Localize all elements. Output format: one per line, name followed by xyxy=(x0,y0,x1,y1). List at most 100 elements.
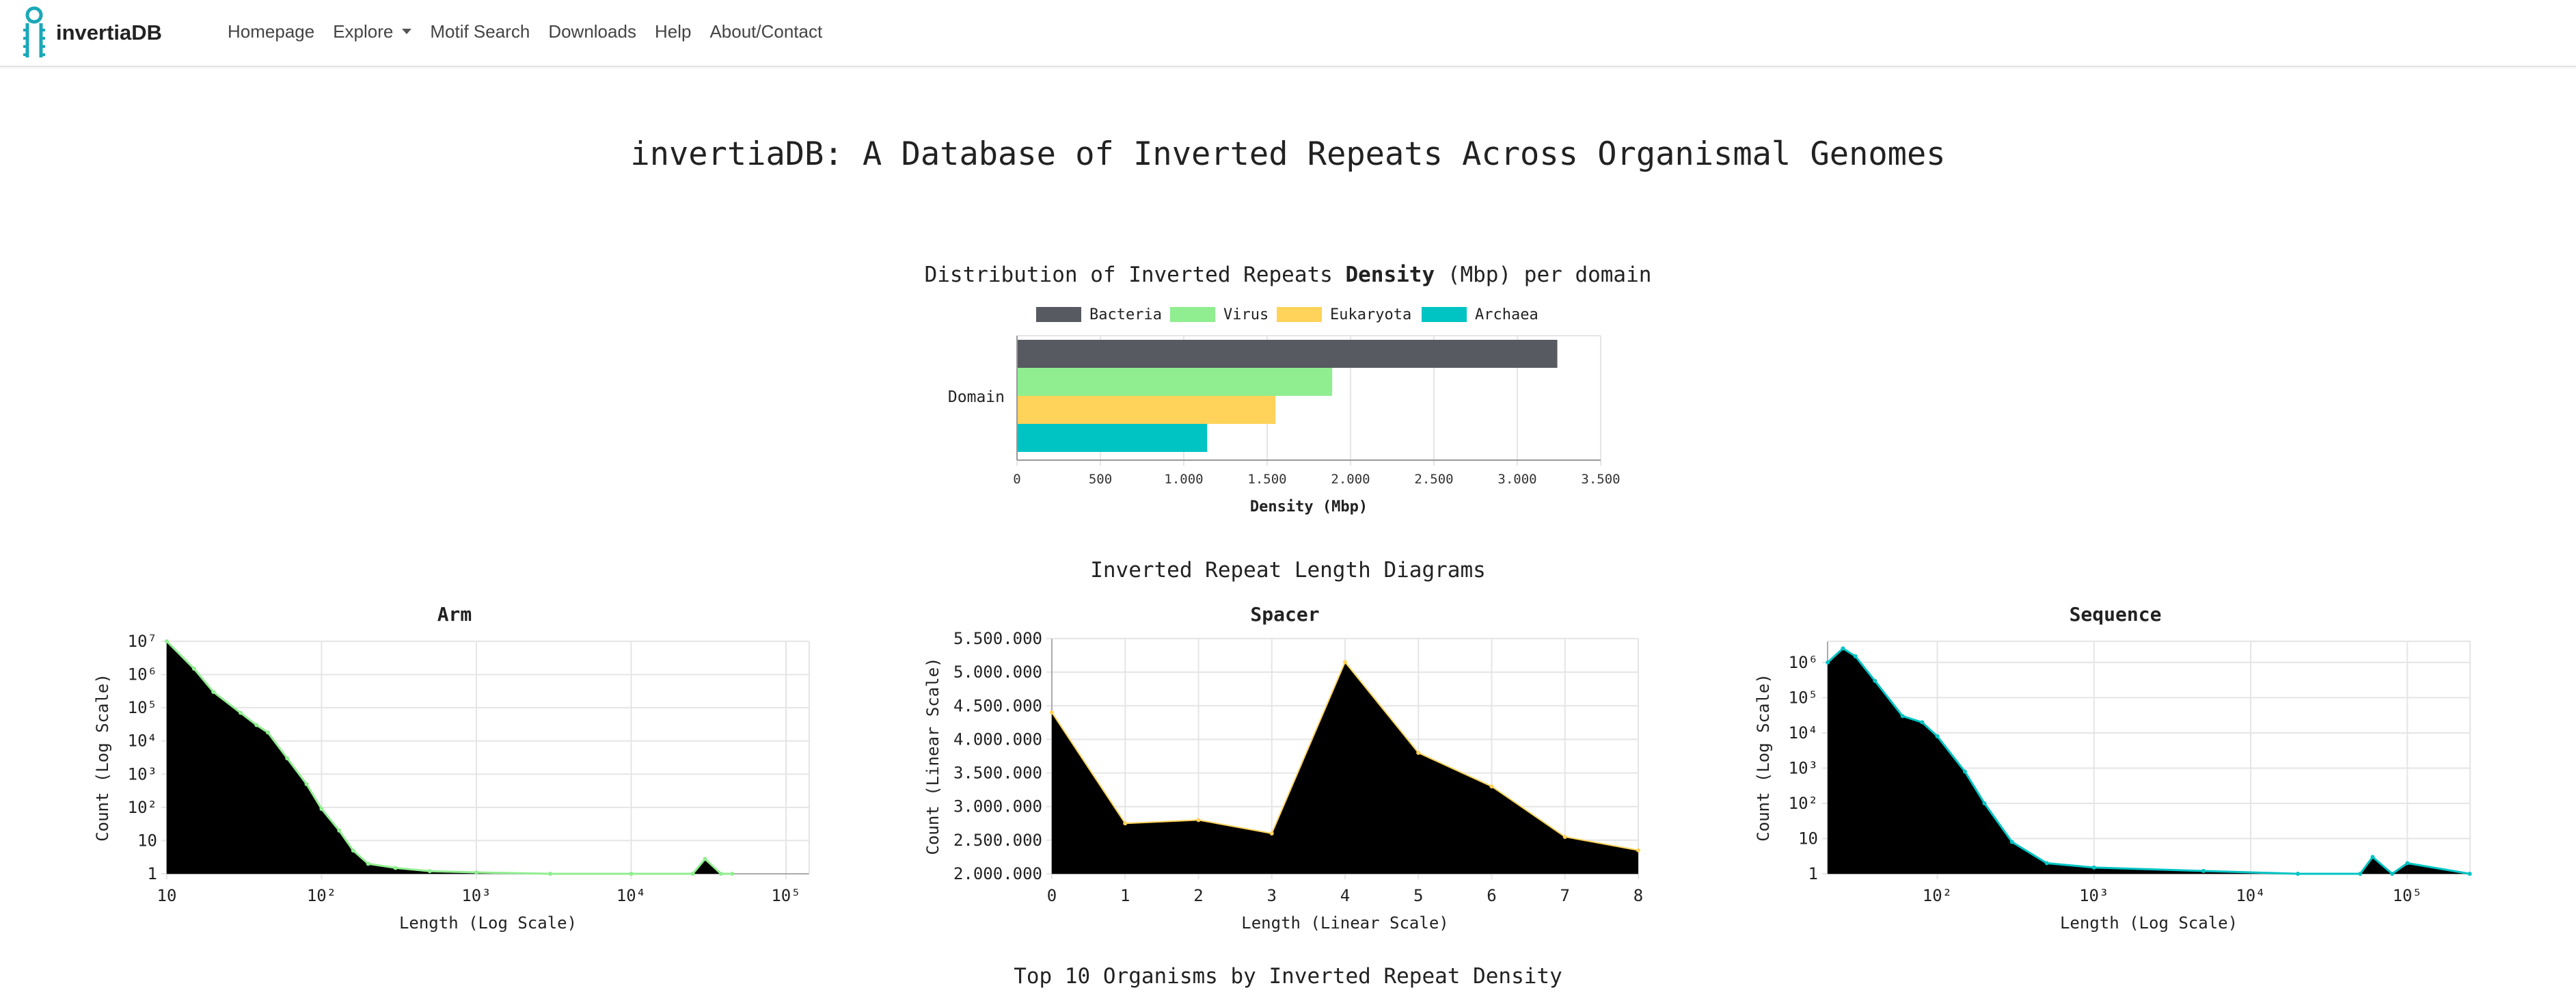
data-point xyxy=(1935,734,1940,738)
nav-link-about-contact[interactable]: About/Contact xyxy=(709,21,822,42)
x-tick-label: 10⁵ xyxy=(2393,886,2422,905)
x-tick-label: 10⁴ xyxy=(2236,886,2265,905)
data-point xyxy=(1900,714,1905,719)
data-point xyxy=(703,857,707,861)
data-point xyxy=(319,807,324,812)
top-organisms-title: Top 10 Organisms by Inverted Repeat Dens… xyxy=(1014,964,1562,989)
x-tick-label: 10⁵ xyxy=(771,886,800,905)
brand[interactable]: invertiaDB xyxy=(19,5,162,60)
navbar: invertiaDB Homepage Explore Motif Search… xyxy=(0,0,2576,67)
data-point xyxy=(629,872,634,876)
nav-links: Homepage Explore Motif Search Downloads … xyxy=(228,0,841,63)
x-tick-label: 6 xyxy=(1487,886,1496,905)
x-tick-label: 10 xyxy=(157,886,177,905)
y-tick-label: 4.000.000 xyxy=(953,730,1042,749)
caret-down-icon xyxy=(402,29,412,34)
density-bar-chart: Bacteria Virus Eukaryota Archaea 0 500 1.000 1.… xyxy=(948,306,1621,516)
y-tick-label: 5.000.000 xyxy=(953,663,1042,682)
data-point xyxy=(1982,801,1987,805)
data-point xyxy=(2370,855,2375,859)
data-point xyxy=(191,667,196,671)
legend-label-archaea: Archaea xyxy=(1475,306,1538,323)
data-point xyxy=(2009,840,2014,844)
nav-link-downloads[interactable]: Downloads xyxy=(548,21,636,42)
legend-swatch-bacteria xyxy=(1036,307,1081,322)
legend-label-virus: Virus xyxy=(1223,306,1269,323)
series-area xyxy=(167,641,733,874)
arm-length-chart: Arm11010²10³10⁴10⁵10⁶10⁷10 10² 10³ 10⁴ 10⁵Le… xyxy=(93,603,810,933)
bar-eukaryota xyxy=(1018,396,1276,424)
data-point xyxy=(474,870,479,874)
x-tick-label: 0 xyxy=(1013,472,1020,487)
data-point xyxy=(393,866,398,870)
logo-icon xyxy=(23,6,45,57)
y-tick-label: 10⁶ xyxy=(1789,653,1818,672)
x-tick-label: 4 xyxy=(1340,886,1350,905)
data-point xyxy=(337,828,342,833)
y-tick-label: 1 xyxy=(148,864,157,883)
data-point xyxy=(2467,872,2472,876)
y-tick-label: 10³ xyxy=(1789,758,1818,777)
chart-title: Sequence xyxy=(2070,603,2162,626)
bar-chart-title-bold: Density xyxy=(1345,263,1435,287)
y-tick-label: 1 xyxy=(1808,864,1818,883)
data-point xyxy=(2044,861,2049,866)
data-point xyxy=(1853,654,1858,658)
legend-label-eukaryota: Eukaryota xyxy=(1330,306,1411,323)
x-tick-label: 3 xyxy=(1267,886,1277,905)
bar-chart-title: Distribution of Inverted Repeats Density… xyxy=(0,263,2576,287)
data-point xyxy=(2296,872,2301,876)
y-category-label: Domain xyxy=(948,388,1005,406)
x-axis-title: Density (Mbp) xyxy=(1250,498,1368,516)
data-point xyxy=(285,756,290,761)
bar-virus xyxy=(1018,368,1333,396)
x-tick-label: 10³ xyxy=(461,886,491,905)
data-point xyxy=(2201,868,2206,873)
data-point xyxy=(366,861,370,866)
x-tick-label: 10³ xyxy=(2079,886,2109,905)
x-tick-label: 1.500 xyxy=(1247,472,1286,487)
data-point xyxy=(165,639,169,643)
data-point xyxy=(2091,865,2096,870)
series-area xyxy=(1052,662,1638,874)
bar-chart-title-pre: Distribution of Inverted Repeats xyxy=(924,263,1346,287)
x-tick-label: 7 xyxy=(1560,886,1570,905)
data-point xyxy=(1269,831,1274,836)
nav-link-motif-search[interactable]: Motif Search xyxy=(430,21,530,42)
data-point xyxy=(1123,821,1128,826)
nav-link-help[interactable]: Help xyxy=(655,21,691,42)
y-tick-label: 10² xyxy=(1789,794,1818,813)
bar-bacteria xyxy=(1018,340,1558,368)
bar-archaea xyxy=(1018,424,1208,452)
y-tick-label: 10⁶ xyxy=(128,665,157,684)
data-point xyxy=(1841,646,1845,651)
chart-title: Spacer xyxy=(1250,603,1319,626)
data-point xyxy=(1920,720,1925,725)
y-tick-label: 4.500.000 xyxy=(953,696,1042,715)
x-axis-title: Length (Linear Scale) xyxy=(1241,913,1448,933)
nav-link-homepage[interactable]: Homepage xyxy=(228,21,314,42)
y-tick-label: 10⁴ xyxy=(1789,723,1818,743)
y-tick-label: 10⁷ xyxy=(128,632,157,651)
chart-title: Arm xyxy=(437,603,472,626)
y-axis-title: Count (Log Scale) xyxy=(1754,673,1773,842)
y-tick-label: 5.500.000 xyxy=(953,629,1042,648)
nav-link-explore-label: Explore xyxy=(333,21,394,42)
x-tick-label: 3.500 xyxy=(1581,472,1620,487)
x-tick-label: 2 xyxy=(1193,886,1203,905)
x-tick-label: 5 xyxy=(1413,886,1423,905)
y-tick-label: 10 xyxy=(137,831,157,850)
data-point xyxy=(1562,834,1567,839)
x-tick-label: 10² xyxy=(307,886,336,905)
data-point xyxy=(1873,678,1877,683)
data-point xyxy=(548,872,553,876)
nav-link-explore[interactable]: Explore xyxy=(333,21,412,42)
x-tick-label: 10² xyxy=(1923,886,1952,905)
series-area xyxy=(1828,648,2470,874)
legend-swatch-archaea xyxy=(1422,307,1467,322)
x-tick-label: 10⁴ xyxy=(616,886,646,905)
y-axis-title: Count (Log Scale) xyxy=(93,673,112,842)
data-point xyxy=(304,781,309,786)
data-point xyxy=(254,723,259,727)
data-point xyxy=(1489,784,1494,789)
